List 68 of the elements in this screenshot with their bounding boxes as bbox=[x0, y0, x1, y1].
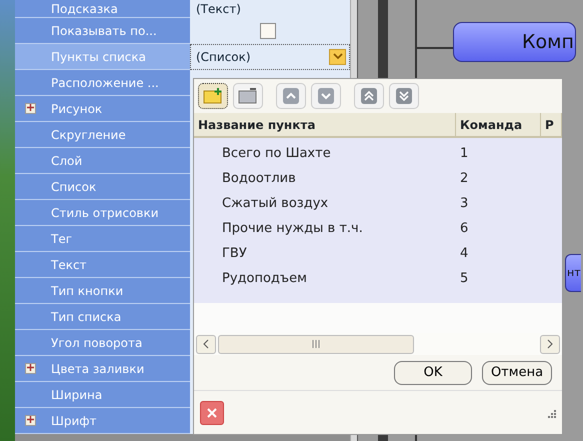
ok-button[interactable]: OK bbox=[394, 360, 472, 384]
move-last-button[interactable] bbox=[389, 83, 419, 109]
table-cell-text: 6 bbox=[459, 220, 468, 238]
folder-plus-icon bbox=[203, 88, 223, 104]
value-cell[interactable]: (Список) bbox=[190, 44, 350, 70]
close-button[interactable] bbox=[200, 400, 224, 424]
table-cell-text: 4 bbox=[459, 244, 468, 263]
table-cell-text: Рудоподъем bbox=[221, 270, 308, 288]
property-name[interactable]: Пункты списка bbox=[15, 44, 190, 70]
table-cell-text: 2 bbox=[459, 170, 468, 188]
canvas-button[interactable]: нт bbox=[565, 254, 581, 292]
property-name[interactable]: Шрифт bbox=[15, 408, 190, 434]
table-cell-text: Всего по Шахте bbox=[221, 144, 332, 163]
move-down-button[interactable] bbox=[311, 83, 341, 109]
property-name[interactable]: Стиль отрисовки bbox=[15, 200, 190, 226]
property-name[interactable]: Ширина bbox=[15, 382, 190, 408]
window-minus-icon bbox=[238, 88, 258, 104]
property-name[interactable]: Тип списка bbox=[15, 304, 190, 330]
property-name[interactable]: Показывать по... bbox=[15, 18, 190, 44]
cancel-button[interactable]: Отмена bbox=[482, 360, 552, 384]
property-name[interactable]: Скругление bbox=[15, 122, 190, 148]
scrollbar-thumb[interactable] bbox=[218, 334, 414, 354]
chevron-down-icon bbox=[332, 53, 342, 60]
expand-icon[interactable] bbox=[25, 103, 36, 114]
expand-icon[interactable] bbox=[25, 363, 36, 374]
property-value: (Список) bbox=[196, 48, 251, 66]
property-name[interactable]: Угол поворота bbox=[15, 330, 190, 356]
property-name[interactable]: Тег bbox=[15, 226, 190, 252]
close-icon bbox=[207, 408, 217, 418]
move-first-button[interactable] bbox=[354, 83, 384, 109]
dropdown-button[interactable] bbox=[329, 48, 346, 64]
property-name[interactable]: Тип кнопки bbox=[15, 278, 190, 304]
scroll-right-button[interactable] bbox=[540, 334, 560, 354]
double-chevron-down-icon bbox=[396, 88, 412, 104]
table-cell-text: 5 bbox=[459, 270, 468, 288]
property-name[interactable]: Текст bbox=[15, 252, 190, 278]
table-cell-text: Сжатый воздух bbox=[221, 194, 330, 213]
column-header[interactable]: Название пункта bbox=[194, 113, 456, 136]
table-cell-text: Водоотлив bbox=[221, 170, 297, 188]
scroll-left-button[interactable] bbox=[196, 334, 216, 354]
remove-item-button[interactable] bbox=[233, 83, 263, 109]
table-cell-text: ГВУ bbox=[221, 244, 248, 263]
property-name[interactable]: Слой bbox=[15, 148, 190, 174]
chevron-down-icon bbox=[318, 88, 334, 104]
grip-icon bbox=[312, 340, 320, 348]
value-cell[interactable] bbox=[190, 18, 350, 44]
column-header[interactable]: Р bbox=[541, 113, 562, 136]
property-name[interactable]: Рисунок bbox=[15, 96, 190, 122]
property-name[interactable]: Подсказка bbox=[15, 0, 190, 18]
chevron-left-icon bbox=[203, 339, 209, 349]
table-cell-text: 1 bbox=[459, 144, 468, 163]
property-name[interactable]: Цвета заливки bbox=[15, 356, 190, 382]
move-up-button[interactable] bbox=[276, 83, 306, 109]
column-header[interactable]: Команда bbox=[456, 113, 541, 136]
property-name[interactable]: Расположение ... bbox=[15, 70, 190, 96]
resize-grip-icon[interactable] bbox=[546, 408, 556, 418]
chevron-up-icon bbox=[283, 88, 299, 104]
value-cell[interactable]: (Текст) bbox=[190, 0, 350, 18]
table-cell-text: 3 bbox=[459, 194, 468, 213]
add-item-button[interactable] bbox=[198, 83, 228, 109]
checkbox[interactable] bbox=[260, 22, 276, 38]
canvas-button[interactable]: Комп bbox=[453, 22, 576, 62]
expand-icon[interactable] bbox=[25, 415, 36, 426]
property-name[interactable]: Список bbox=[15, 174, 190, 200]
double-chevron-up-icon bbox=[361, 88, 377, 104]
table-cell-text: Прочие нужды в т.ч. bbox=[221, 220, 364, 238]
chevron-right-icon bbox=[547, 339, 553, 349]
property-value: (Текст) bbox=[196, 0, 241, 18]
